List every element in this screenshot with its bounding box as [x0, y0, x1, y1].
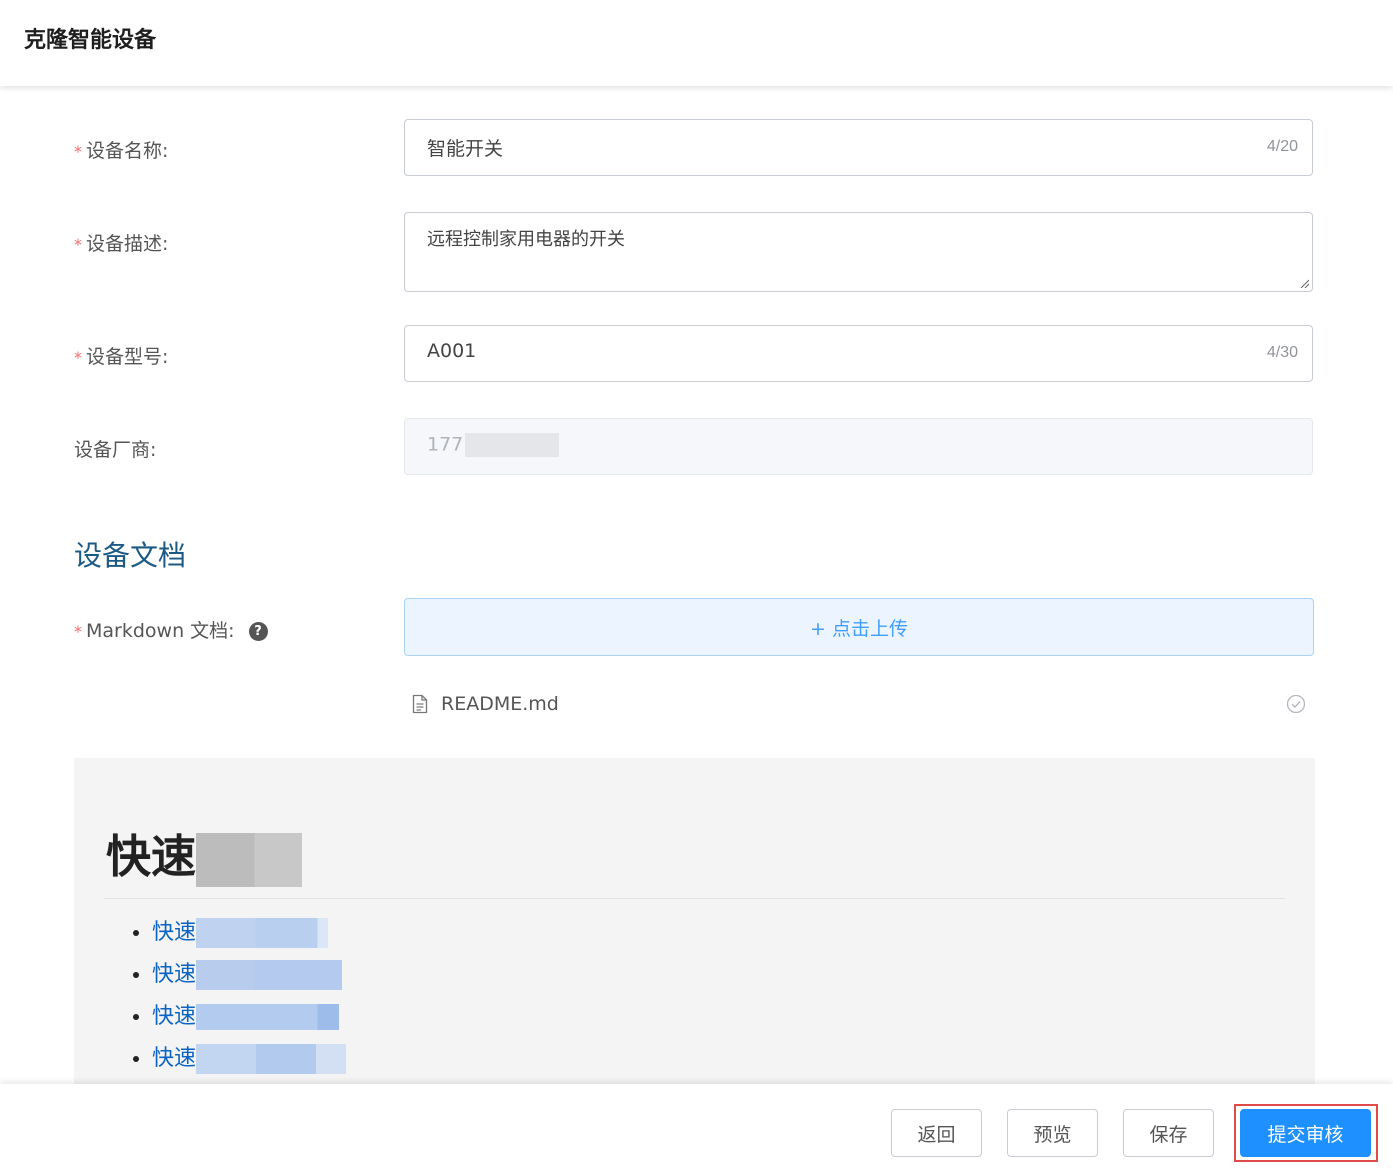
heading-divider — [104, 898, 1285, 899]
list-item-link[interactable]: 快速 — [152, 1046, 196, 1071]
preview-link-list: 快速 快速 快速 快速 — [106, 912, 347, 1080]
device-model-value: A001 — [427, 340, 477, 362]
redacted-mask — [465, 433, 560, 457]
markdown-doc-label-text: Markdown 文档: — [86, 620, 235, 642]
list-item-link[interactable]: 快速 — [152, 920, 196, 945]
device-description-label-text: 设备描述: — [86, 233, 169, 255]
device-name-char-count: 4/20 — [1266, 138, 1298, 155]
device-name-input[interactable]: 智能开关 4/20 — [404, 119, 1313, 176]
redacted-mask — [196, 833, 303, 887]
help-icon[interactable]: ? — [248, 622, 268, 641]
list-item[interactable]: 快速 — [152, 1038, 347, 1080]
page-header: 克隆智能设备 — [0, 0, 1393, 86]
list-item[interactable]: 快速 — [152, 912, 346, 954]
list-item-link[interactable]: 快速 — [152, 1004, 196, 1029]
redacted-mask — [196, 1004, 340, 1030]
upload-button[interactable]: + 点击上传 — [404, 598, 1314, 656]
save-button[interactable]: 保存 — [1123, 1109, 1214, 1157]
required-mark: * — [74, 142, 82, 161]
device-description-label: * 设备描述: — [74, 229, 168, 256]
device-name-label: * 设备名称: — [74, 136, 168, 163]
device-vendor-value-text: 177 — [427, 433, 464, 456]
required-mark: * — [74, 235, 82, 254]
file-name: README.md — [441, 693, 559, 715]
document-icon — [412, 694, 428, 714]
redacted-mask — [196, 918, 329, 948]
resize-handle-icon[interactable] — [1299, 278, 1309, 288]
uploaded-file-item[interactable]: README.md — [404, 686, 1314, 724]
redacted-mask — [196, 960, 343, 990]
action-bar: 返回 预览 保存 提交审核 — [0, 1084, 1393, 1175]
preview-heading: 快速 — [106, 820, 303, 887]
device-vendor-value: 177 — [427, 433, 560, 457]
device-vendor-label: 设备厂商: — [74, 435, 156, 462]
markdown-doc-label: * Markdown 文档:? — [74, 616, 268, 643]
device-model-input[interactable]: A001 4/30 — [404, 325, 1313, 382]
device-model-label-text: 设备型号: — [86, 346, 169, 368]
preview-heading-text: 快速 — [106, 830, 197, 883]
form-content: * 设备名称: 智能开关 4/20 * 设备描述: 远程控制家用电器的开关 * 设备型… — [0, 86, 1393, 1084]
preview-button[interactable]: 预览 — [1007, 1109, 1098, 1157]
back-button[interactable]: 返回 — [891, 1109, 982, 1157]
success-check-icon — [1286, 694, 1306, 714]
device-name-label-text: 设备名称: — [86, 140, 169, 162]
submit-review-button[interactable]: 提交审核 — [1240, 1109, 1371, 1157]
device-model-char-count: 4/30 — [1266, 344, 1298, 361]
device-vendor-label-text: 设备厂商: — [74, 439, 157, 461]
device-vendor-input: 177 — [404, 418, 1313, 475]
markdown-preview: 快速 快速 快速 快速 快速 — [74, 758, 1315, 1084]
section-title-device-docs: 设备文档 — [74, 539, 187, 572]
list-item[interactable]: 快速 — [152, 954, 346, 996]
page-title: 克隆智能设备 — [24, 28, 157, 53]
required-mark: * — [74, 622, 82, 641]
device-model-label: * 设备型号: — [74, 342, 168, 369]
required-mark: * — [74, 348, 82, 367]
device-description-textarea[interactable]: 远程控制家用电器的开关 — [404, 212, 1313, 292]
device-description-value: 远程控制家用电器的开关 — [427, 229, 625, 250]
device-name-value: 智能开关 — [427, 138, 504, 160]
list-item-link[interactable]: 快速 — [152, 962, 196, 987]
redacted-mask — [196, 1044, 347, 1074]
list-item[interactable]: 快速 — [152, 996, 346, 1038]
